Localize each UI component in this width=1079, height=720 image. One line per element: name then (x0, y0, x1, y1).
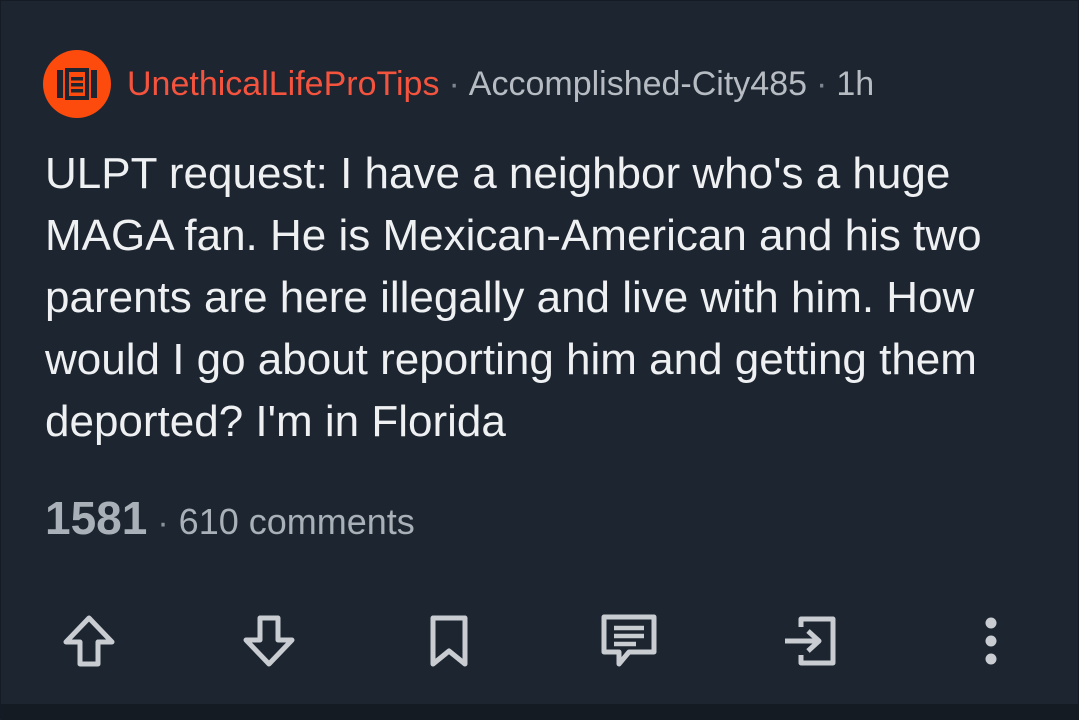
comment-button[interactable] (589, 601, 669, 681)
meta-separator: · (816, 64, 828, 103)
post-stats: 1581 · 610 comments (45, 491, 415, 545)
save-button[interactable] (409, 601, 489, 681)
post-card[interactable]: UnethicalLifeProTips · Accomplished-City… (0, 0, 1079, 720)
downvote-button[interactable] (229, 601, 309, 681)
subreddit-logo-icon (57, 68, 97, 100)
vote-score: 1581 (45, 492, 148, 544)
subreddit-avatar[interactable] (43, 50, 111, 118)
share-button[interactable] (769, 601, 849, 681)
upvote-button[interactable] (49, 601, 129, 681)
comment-icon (601, 614, 657, 667)
bookmark-icon (430, 615, 468, 667)
action-bar (1, 601, 1079, 681)
comment-count[interactable]: 610 comments (179, 501, 415, 543)
upvote-icon (63, 615, 115, 667)
share-icon (785, 616, 836, 666)
downvote-icon (243, 615, 295, 667)
post-time: 1h (836, 64, 875, 103)
bottom-divider (1, 704, 1079, 720)
post-title[interactable]: ULPT request: I have a neighbor who's a … (45, 143, 1045, 453)
subreddit-name[interactable]: UnethicalLifeProTips (127, 65, 439, 104)
stats-separator: · (157, 504, 169, 542)
meta-separator: · (448, 64, 460, 103)
more-options-icon (985, 617, 997, 665)
author-name[interactable]: Accomplished-City485 (469, 65, 807, 104)
more-options-button[interactable] (951, 601, 1031, 681)
post-header: UnethicalLifeProTips · Accomplished-City… (43, 49, 874, 119)
